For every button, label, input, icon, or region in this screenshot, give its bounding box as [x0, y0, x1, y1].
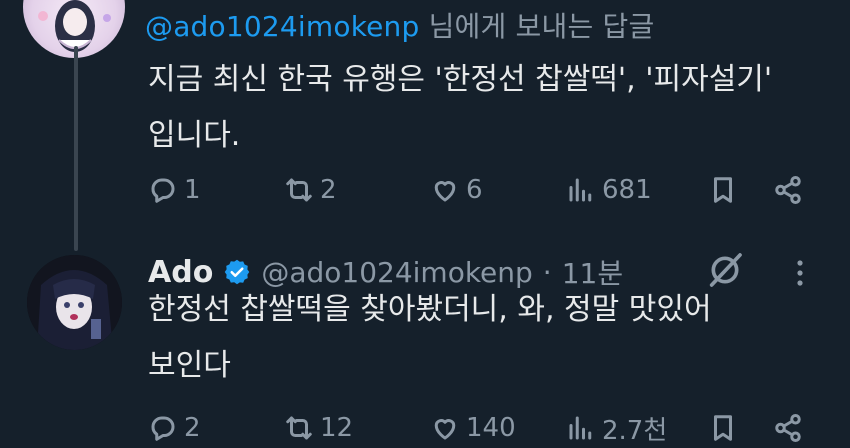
- reply-count: 2: [184, 413, 201, 443]
- retweet-icon: [286, 416, 312, 440]
- views-button[interactable]: 2.7천: [566, 408, 667, 448]
- view-count: 2.7천: [602, 415, 668, 446]
- share-icon: [775, 176, 801, 204]
- retweet-icon: [286, 178, 312, 202]
- reply-context: @ado1024imokenp 님에게 보내는 답글: [145, 5, 654, 45]
- heart-icon: [434, 419, 456, 440]
- retweet-count: 12: [320, 413, 354, 443]
- like-button[interactable]: 140: [430, 408, 516, 448]
- like-count: 140: [466, 413, 516, 443]
- reply-handle-link[interactable]: @ado1024imokenp: [145, 10, 419, 43]
- like-count: 6: [466, 175, 483, 205]
- reply-button[interactable]: 1: [148, 170, 201, 210]
- bookmark-button[interactable]: [708, 170, 738, 210]
- tweet-actions: 2 12 140 2.7천: [148, 408, 838, 448]
- share-button[interactable]: [773, 170, 803, 210]
- avatar-illustration: [27, 255, 122, 350]
- reply-button[interactable]: 2: [148, 408, 201, 448]
- share-button[interactable]: [773, 408, 803, 448]
- views-button[interactable]: 681: [566, 170, 652, 210]
- views-icon: [569, 178, 592, 202]
- tweet-text-line: 지금 최신 한국 유행은 '한정선 찹쌀떡', '피자설기': [148, 62, 773, 97]
- tweet-text-line: 보인다: [148, 348, 231, 383]
- bookmark-button[interactable]: [708, 408, 738, 448]
- avatar[interactable]: [27, 255, 122, 350]
- tweet-actions: 1 2 6 681: [148, 170, 838, 210]
- tweet-text-line: 한정선 찹쌀떡을 찾아봤더니, 와, 정말 맛있어: [148, 292, 712, 327]
- reply-count: 1: [184, 175, 201, 205]
- like-button[interactable]: 6: [430, 170, 483, 210]
- bookmark-icon: [714, 415, 732, 441]
- reply-suffix: 님에게 보내는 답글: [419, 10, 655, 43]
- heart-icon: [434, 181, 456, 202]
- view-count: 681: [602, 175, 652, 205]
- retweet-button[interactable]: 12: [284, 408, 353, 448]
- tweet-text: 한정선 찹쌀떡을 찾아봤더니, 와, 정말 맛있어 보인다: [148, 282, 828, 394]
- tweet-text-line: 입니다.: [148, 118, 241, 153]
- views-icon: [569, 416, 592, 440]
- tweet-text: 지금 최신 한국 유행은 '한정선 찹쌀떡', '피자설기' 입니다.: [148, 52, 828, 164]
- thread-line: [74, 46, 78, 251]
- retweet-count: 2: [320, 175, 337, 205]
- bookmark-icon: [714, 177, 732, 203]
- retweet-button[interactable]: 2: [284, 170, 337, 210]
- reply-icon: [151, 178, 175, 203]
- reply-icon: [151, 416, 175, 441]
- share-icon: [775, 414, 801, 442]
